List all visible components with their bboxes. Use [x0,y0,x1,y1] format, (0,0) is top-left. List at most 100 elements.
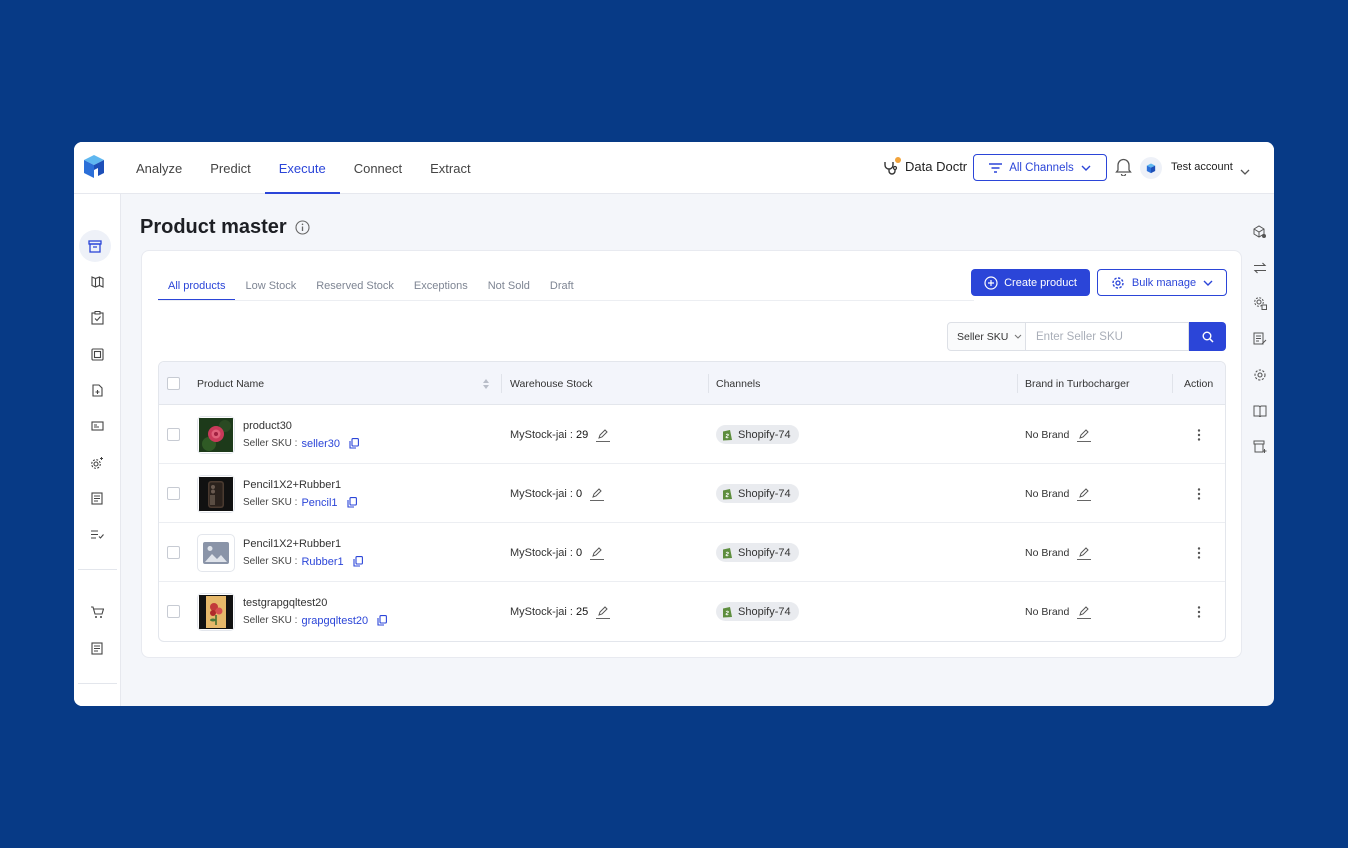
sku-link[interactable]: Pencil1 [301,497,337,509]
search-input[interactable] [1026,322,1189,351]
sidebar-item-automation[interactable] [86,452,108,474]
column-divider [1017,374,1018,393]
bell-icon[interactable] [1115,157,1132,181]
tab-reserved-stock[interactable]: Reserved Stock [306,271,404,301]
sidebar-item-invoices[interactable] [86,637,108,659]
avatar[interactable] [1140,157,1162,179]
stock-value: 25 [576,605,589,618]
sidebar-item-orders[interactable] [86,601,108,623]
more-actions-icon[interactable] [1192,487,1206,501]
app-logo[interactable] [82,154,106,180]
table-row: testgrapgqltest20 Seller SKU : grapgqlte… [159,582,1225,641]
edit-stock-icon[interactable] [596,428,611,442]
nav-connect[interactable]: Connect [340,142,416,194]
sidebar-divider [78,569,117,570]
edit-brand-icon[interactable] [1077,605,1092,619]
column-channels: Channels [716,377,761,390]
data-doctr-button[interactable]: Data Doctr [882,157,967,175]
gear-sparkle-icon [91,457,103,469]
row-checkbox[interactable] [167,487,180,500]
sku-link[interactable]: grapgqltest20 [301,615,368,627]
create-product-button[interactable]: Create product [971,269,1090,296]
copy-icon[interactable] [349,438,359,449]
nav-extract[interactable]: Extract [416,142,484,194]
channel-badge: Shopify-74 [716,484,799,503]
channel-name: Shopify-74 [738,546,791,559]
sidebar-item-tasks[interactable] [86,307,108,329]
edit-stock-icon[interactable] [596,605,611,619]
column-divider [708,374,709,393]
data-doctr-icon [882,157,905,175]
copy-icon[interactable] [346,497,357,508]
product-image [197,592,235,631]
filter-icon [989,162,1003,173]
image-placeholder-icon [203,541,229,564]
tab-low-stock[interactable]: Low Stock [235,271,306,301]
stock-value: 29 [576,428,589,441]
tab-exceptions[interactable]: Exceptions [404,271,478,301]
more-actions-icon[interactable] [1192,428,1206,442]
info-icon[interactable] [295,220,310,235]
more-actions-icon[interactable] [1192,605,1206,619]
tab-not-sold[interactable]: Not Sold [478,271,540,301]
card-icon [90,421,104,431]
channel-name: Shopify-74 [738,605,791,618]
row-checkbox[interactable] [167,546,180,559]
account-chevron-down-icon[interactable] [1240,162,1250,180]
nav-predict[interactable]: Predict [196,142,264,194]
sidebar-item-reports[interactable] [86,487,108,509]
column-product-name: Product Name [197,377,265,390]
clipboard-check-icon [90,311,104,325]
shopify-icon [723,489,732,500]
search-field-select[interactable]: Seller SKU [947,322,1026,351]
edit-brand-icon[interactable] [1077,428,1092,442]
shopify-icon [723,548,732,559]
sidebar-item-checklist[interactable] [86,523,108,545]
product-table: Product Name Warehouse Stock Channels Br… [158,361,1226,642]
edit-brand-icon[interactable] [1077,487,1092,501]
sort-icon[interactable] [482,362,490,405]
document-edit-icon[interactable] [1252,331,1268,347]
edit-stock-icon[interactable] [590,487,605,501]
copy-icon[interactable] [377,615,388,626]
row-checkbox[interactable] [167,605,180,618]
book-icon[interactable] [1252,403,1268,419]
all-channels-button[interactable]: All Channels [973,154,1107,181]
copy-icon[interactable] [353,556,363,567]
box-settings-icon[interactable] [1252,224,1268,240]
nav-execute[interactable]: Execute [264,142,340,194]
sku-link[interactable]: seller30 [301,438,340,450]
sidebar-item-gallery[interactable] [86,343,108,365]
sidebar-item-documents[interactable] [86,379,108,401]
map-icon [90,276,104,288]
bulk-manage-button[interactable]: Bulk manage [1097,269,1227,296]
tabs-divider [158,300,974,301]
select-all-checkbox[interactable] [167,377,180,390]
tab-draft[interactable]: Draft [540,271,584,301]
document-lines-icon [91,491,103,505]
archive-icon [88,239,102,253]
tab-all-products[interactable]: All products [158,271,236,301]
column-divider [1172,374,1173,393]
more-actions-icon[interactable] [1192,546,1206,560]
edit-brand-icon[interactable] [1077,546,1092,560]
nav-analyze[interactable]: Analyze [122,142,196,194]
sidebar-item-product-master[interactable] [79,230,111,262]
receipt-icon [91,641,103,655]
gear-icon[interactable] [1252,367,1268,383]
sidebar-item-cards[interactable] [86,415,108,437]
search-button[interactable] [1189,322,1226,351]
gallery-icon [90,347,104,361]
edit-stock-icon[interactable] [590,546,605,560]
notification-dot [895,157,901,163]
account-name[interactable]: Test account [1171,161,1233,173]
transfer-icon[interactable] [1252,260,1268,276]
row-checkbox[interactable] [167,428,180,441]
brand-value: No Brand [1025,428,1070,441]
create-product-label: Create product [1004,276,1077,289]
page-title: Product master [140,216,310,239]
sku-link[interactable]: Rubber1 [301,556,343,568]
gear-grid-icon[interactable] [1252,295,1268,311]
sidebar-item-map[interactable] [86,271,108,293]
archive-plus-icon[interactable] [1252,439,1268,455]
